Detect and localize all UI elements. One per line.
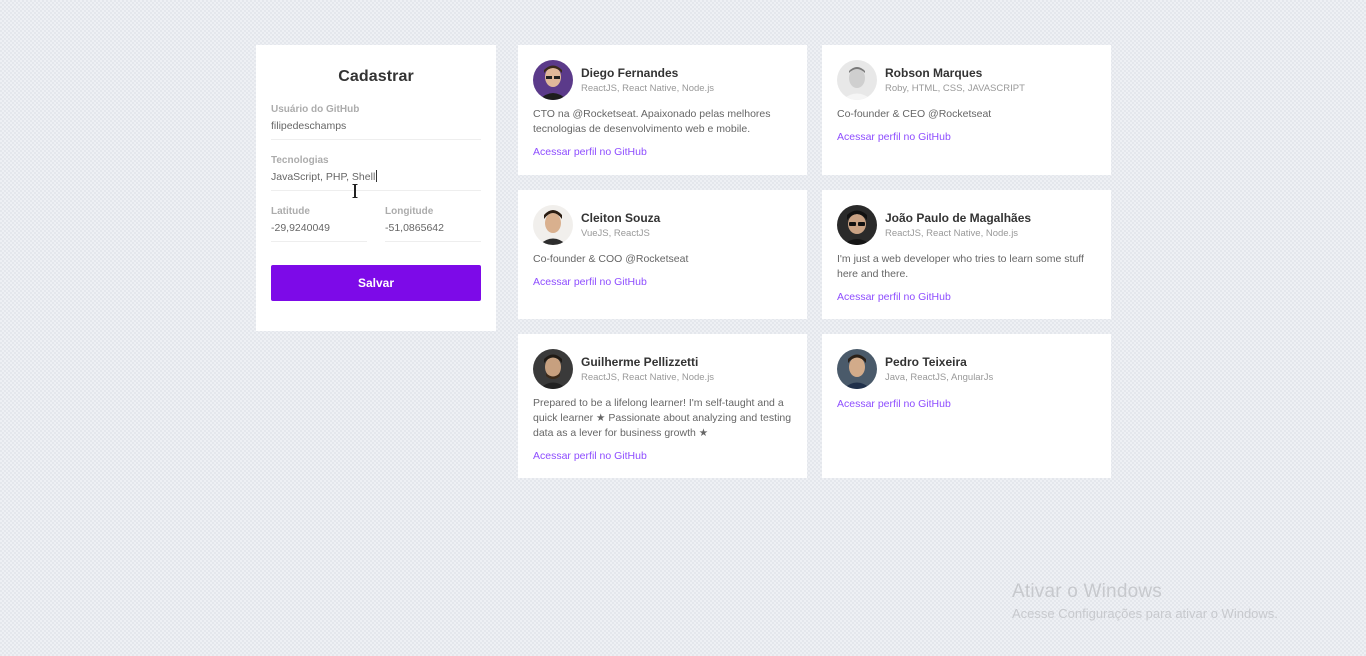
- watermark-subtitle: Acesse Configurações para ativar o Windo…: [1012, 606, 1278, 621]
- dev-card: Guilherme Pellizzetti ReactJS, React Nat…: [518, 334, 807, 478]
- dev-card-header: Pedro Teixeira Java, ReactJS, AngularJs: [837, 349, 1096, 389]
- dev-card: Pedro Teixeira Java, ReactJS, AngularJs …: [822, 334, 1111, 478]
- dev-name: Robson Marques: [885, 65, 983, 80]
- avatar: [837, 349, 877, 389]
- text-caret: [376, 170, 378, 182]
- longitude-input[interactable]: -51,0865642: [385, 221, 481, 235]
- latitude-input[interactable]: -29,9240049: [271, 221, 367, 235]
- dev-card-header: Cleiton Souza VueJS, ReactJS: [533, 205, 792, 245]
- longitude-field: Longitude -51,0865642: [385, 206, 481, 242]
- github-user-input[interactable]: filipedeschamps: [271, 119, 481, 133]
- register-form-panel: Cadastrar Usuário do GitHub filipedescha…: [256, 45, 496, 331]
- dev-techs: Java, ReactJS, AngularJs: [885, 371, 994, 383]
- dev-bio: Co-founder & COO @Rocketseat: [533, 253, 689, 265]
- longitude-label: Longitude: [385, 206, 434, 217]
- dev-bio: I'm just a web developer who tries to le…: [837, 253, 1084, 280]
- dev-name: Cleiton Souza: [581, 210, 661, 225]
- dev-techs: ReactJS, React Native, Node.js: [581, 371, 715, 383]
- latitude-field: Latitude -29,9240049: [271, 206, 367, 242]
- dev-techs: Roby, HTML, CSS, JAVASCRIPT: [885, 82, 1025, 94]
- dev-name: João Paulo de Magalhães: [885, 210, 1032, 225]
- dev-info: Cleiton Souza VueJS, ReactJS: [581, 211, 660, 240]
- form-title: Cadastrar: [338, 68, 414, 85]
- dev-techs: ReactJS, React Native, Node.js: [581, 82, 715, 94]
- dev-techs: ReactJS, React Native, Node.js: [885, 227, 1019, 239]
- coordinates-row: Latitude -29,9240049 Longitude -51,08656…: [271, 206, 481, 257]
- dev-info: Guilherme Pellizzetti ReactJS, React Nat…: [581, 355, 714, 384]
- techs-input-text: JavaScript, PHP, Shell: [271, 171, 376, 183]
- dev-bio: Co-founder & CEO @Rocketseat: [837, 108, 992, 120]
- dev-techs: VueJS, ReactJS: [581, 227, 650, 239]
- github-profile-link[interactable]: Acessar perfil no GitHub: [837, 290, 951, 304]
- dev-card: João Paulo de Magalhães ReactJS, React N…: [822, 190, 1111, 319]
- avatar: [837, 60, 877, 100]
- watermark-title: Ativar o Windows: [1012, 581, 1162, 602]
- dev-card-header: Guilherme Pellizzetti ReactJS, React Nat…: [533, 349, 792, 389]
- dev-card: Cleiton Souza VueJS, ReactJS Co-founder …: [518, 190, 807, 319]
- github-user-label: Usuário do GitHub: [271, 104, 360, 115]
- dev-name: Guilherme Pellizzetti: [581, 354, 699, 369]
- dev-card: Diego Fernandes ReactJS, React Native, N…: [518, 45, 807, 175]
- dev-name: Pedro Teixeira: [885, 354, 967, 369]
- techs-label: Tecnologias: [271, 155, 329, 166]
- save-button[interactable]: Salvar: [271, 265, 481, 301]
- dev-card-header: Diego Fernandes ReactJS, React Native, N…: [533, 60, 792, 100]
- dev-bio: Prepared to be a lifelong learner! I'm s…: [533, 397, 792, 439]
- avatar: [533, 60, 573, 100]
- techs-input[interactable]: JavaScript, PHP, Shell: [271, 170, 481, 184]
- dev-card-header: João Paulo de Magalhães ReactJS, React N…: [837, 205, 1096, 245]
- dev-card-header: Robson Marques Roby, HTML, CSS, JAVASCRI…: [837, 60, 1096, 100]
- dev-info: Robson Marques Roby, HTML, CSS, JAVASCRI…: [885, 66, 1025, 95]
- avatar: [533, 349, 573, 389]
- dev-info: Pedro Teixeira Java, ReactJS, AngularJs: [885, 355, 993, 384]
- avatar: [533, 205, 573, 245]
- github-user-field: Usuário do GitHub filipedeschamps: [271, 104, 481, 140]
- dev-info: João Paulo de Magalhães ReactJS, React N…: [885, 211, 1031, 240]
- dev-info: Diego Fernandes ReactJS, React Native, N…: [581, 66, 714, 95]
- ibeam-cursor-icon: [352, 184, 358, 198]
- techs-field: Tecnologias JavaScript, PHP, Shell: [271, 155, 481, 191]
- latitude-label: Latitude: [271, 206, 310, 217]
- dev-name: Diego Fernandes: [581, 65, 679, 80]
- github-profile-link[interactable]: Acessar perfil no GitHub: [533, 275, 647, 289]
- windows-activation-watermark: Ativar o Windows Acesse Configurações pa…: [1012, 581, 1278, 622]
- dev-card: Robson Marques Roby, HTML, CSS, JAVASCRI…: [822, 45, 1111, 175]
- github-profile-link[interactable]: Acessar perfil no GitHub: [837, 130, 951, 144]
- avatar: [837, 205, 877, 245]
- github-profile-link[interactable]: Acessar perfil no GitHub: [533, 449, 647, 463]
- github-profile-link[interactable]: Acessar perfil no GitHub: [837, 397, 951, 411]
- github-profile-link[interactable]: Acessar perfil no GitHub: [533, 145, 647, 159]
- dev-bio: CTO na @Rocketseat. Apaixonado pelas mel…: [533, 108, 771, 135]
